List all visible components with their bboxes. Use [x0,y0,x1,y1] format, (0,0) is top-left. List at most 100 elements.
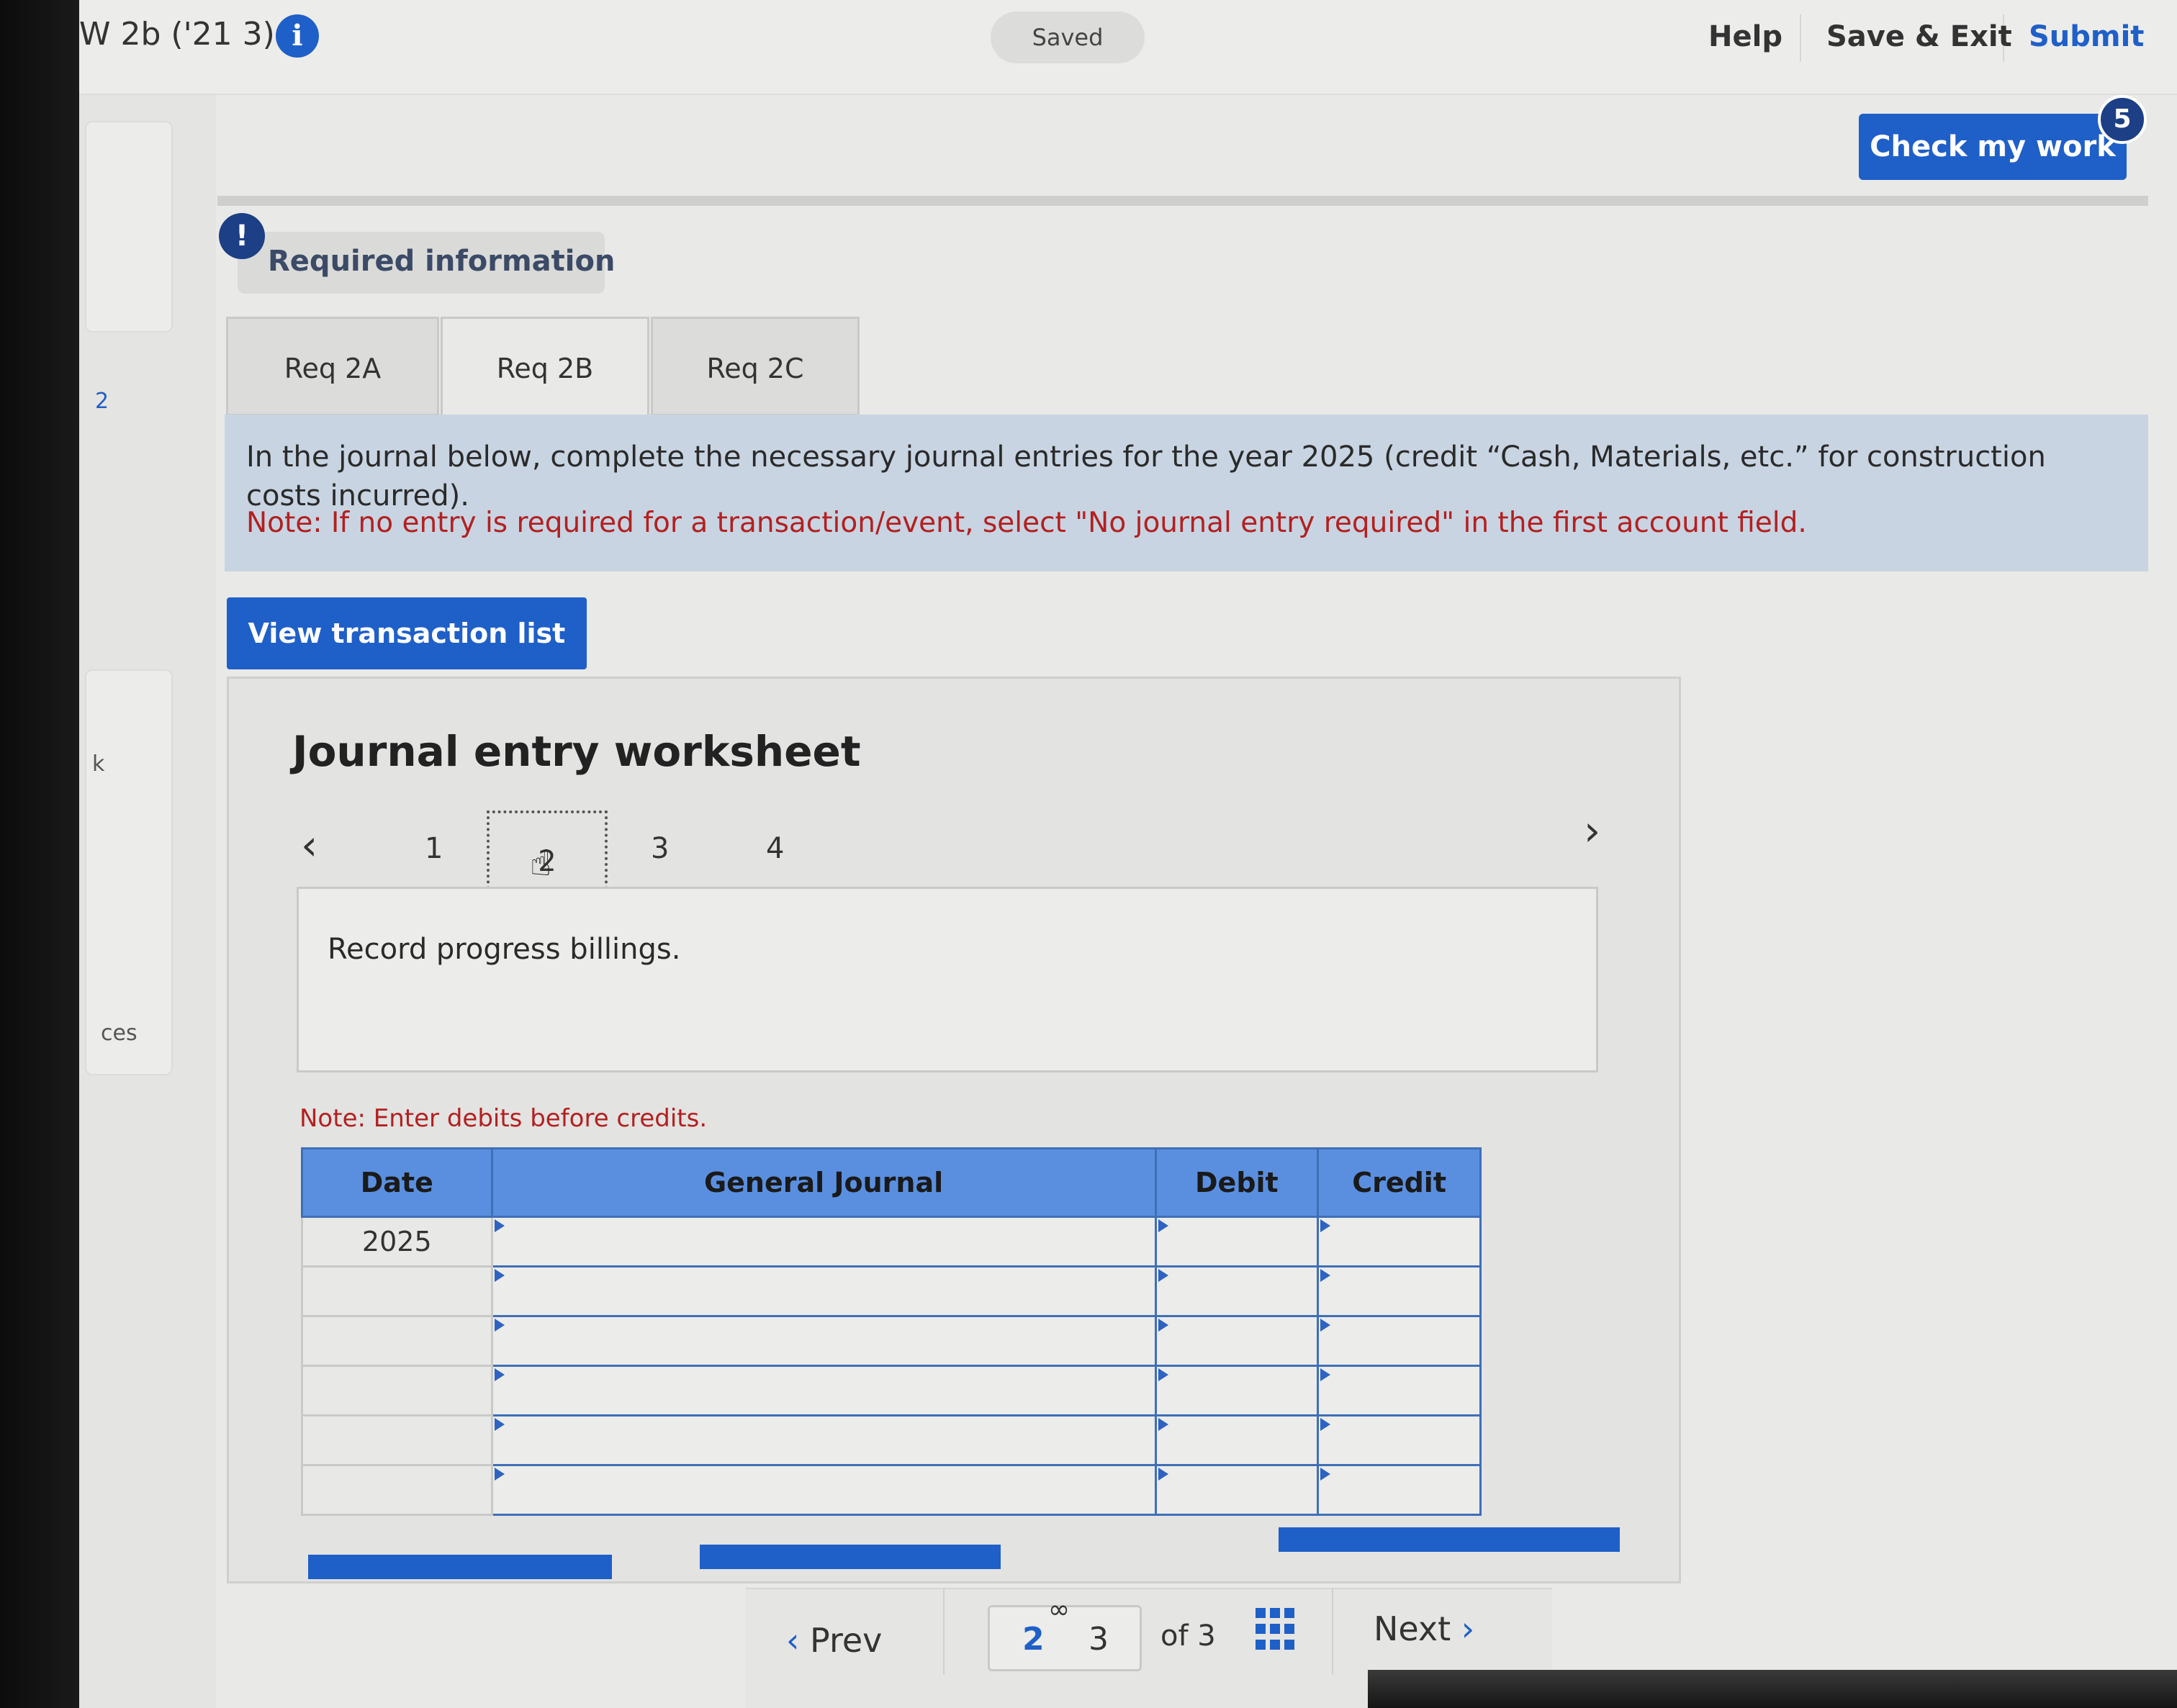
check-my-work-button[interactable]: Check my work [1859,114,2127,180]
tab-req-2c[interactable]: Req 2C [651,317,860,416]
prev-label: Prev [810,1621,883,1660]
help-link[interactable]: Help [1708,20,1782,53]
date-cell [301,1265,493,1317]
column-header-debit: Debit [1154,1147,1320,1218]
sidebar-fragment: k [92,751,105,777]
transaction-prompt: Record progress billings. [328,933,681,966]
account-field[interactable] [490,1414,1157,1466]
table-row [301,1265,1482,1317]
table-row [301,1464,1482,1516]
account-field[interactable] [490,1315,1157,1367]
saved-status: Saved [991,12,1145,63]
credit-field[interactable] [1317,1216,1482,1268]
input-marker-icon [1158,1269,1168,1282]
alert-icon: ! [219,213,265,259]
input-marker-icon [1320,1269,1331,1282]
tab-req-2b[interactable]: Req 2B [441,317,649,416]
input-marker-icon [1158,1418,1168,1431]
link-icon: ∞ [1048,1595,1070,1625]
record-entry-button[interactable] [308,1555,612,1579]
check-work-count-badge: 5 [2098,95,2147,144]
input-marker-icon [1320,1319,1331,1332]
debit-field[interactable] [1154,1365,1320,1416]
date-cell [301,1464,493,1516]
sidebar-fragment: ces [101,1021,138,1046]
column-header-credit: Credit [1317,1147,1482,1218]
table-row [301,1365,1482,1416]
info-icon[interactable]: i [276,14,319,58]
debit-field[interactable] [1154,1315,1320,1367]
chevron-right-icon: › [1451,1609,1475,1648]
table-row [301,1414,1482,1466]
credit-field[interactable] [1317,1464,1482,1516]
dropdown-marker-icon [494,1418,505,1431]
chevron-right-icon[interactable]: › [1584,806,1600,855]
table-row [301,1315,1482,1367]
date-cell [301,1414,493,1466]
credit-field[interactable] [1317,1315,1482,1367]
view-general-journal-button[interactable] [1279,1527,1620,1552]
clear-entry-button[interactable] [700,1545,1001,1569]
dropdown-marker-icon [494,1269,505,1282]
account-field[interactable] [490,1216,1157,1268]
sidebar-fragment: 2 [95,389,109,414]
chevron-left-icon[interactable]: ‹ [301,821,317,869]
column-header-general-journal: General Journal [490,1147,1157,1218]
divider [217,196,2148,206]
account-field[interactable] [490,1464,1157,1516]
view-transaction-list-button[interactable]: View transaction list [227,597,587,669]
page-total: of 3 [1160,1619,1216,1653]
column-header-date: Date [301,1147,493,1218]
sidebar: 2 k ces [79,0,216,1708]
current-page-number: 2 [1022,1621,1045,1658]
debit-field[interactable] [1154,1414,1320,1466]
input-marker-icon [1158,1219,1168,1232]
input-marker-icon [1158,1319,1168,1332]
hand-cursor-icon: ☝ [530,842,552,884]
divider [1332,1588,1333,1674]
dropdown-marker-icon [494,1468,505,1481]
worksheet-page-1[interactable]: 1 [425,832,443,865]
divider [943,1588,945,1674]
credit-field[interactable] [1317,1265,1482,1317]
sidebar-card [85,669,173,1075]
account-field[interactable] [490,1265,1157,1317]
sidebar-card [85,121,173,333]
credit-field[interactable] [1317,1365,1482,1416]
divider [1800,14,1801,62]
input-marker-icon [1320,1219,1331,1232]
save-exit-link[interactable]: Save & Exit [1826,20,2012,53]
worksheet-page-4[interactable]: 4 [766,832,784,865]
journal-table: Date General Journal Debit Credit 2025 [301,1147,1482,1516]
instruction-note: Note: If no entry is required for a tran… [246,507,1807,539]
date-cell [301,1315,493,1367]
account-field[interactable] [490,1365,1157,1416]
debit-field[interactable] [1154,1216,1320,1268]
credit-field[interactable] [1317,1414,1482,1466]
input-marker-icon [1320,1468,1331,1481]
debit-field[interactable] [1154,1464,1320,1516]
worksheet-page-3[interactable]: 3 [651,832,669,865]
input-marker-icon [1320,1418,1331,1431]
debit-field[interactable] [1154,1265,1320,1317]
submit-link[interactable]: Submit [2029,20,2144,53]
tab-req-2a[interactable]: Req 2A [226,317,439,416]
debit-credit-note: Note: Enter debits before credits. [299,1104,708,1133]
date-cell: 2025 [301,1216,493,1268]
prev-button[interactable]: ‹ Prev [786,1621,882,1660]
transaction-prompt-box [297,887,1598,1072]
table-row: 2025 [301,1216,1482,1268]
grid-icon[interactable] [1256,1608,1299,1651]
next-label: Next [1374,1609,1451,1648]
input-marker-icon [1158,1468,1168,1481]
instruction-text: In the journal below, complete the neces… [246,440,2046,512]
next-button[interactable]: Next › [1374,1609,1474,1648]
assignment-title: W 2b ('21 3) [79,16,275,53]
date-cell [301,1365,493,1416]
required-info-label: Required information [268,245,616,278]
input-marker-icon [1158,1368,1168,1381]
worksheet-title: Journal entry worksheet [292,727,861,776]
dropdown-marker-icon [494,1219,505,1232]
chevron-left-icon: ‹ [786,1621,811,1660]
input-marker-icon [1320,1368,1331,1381]
